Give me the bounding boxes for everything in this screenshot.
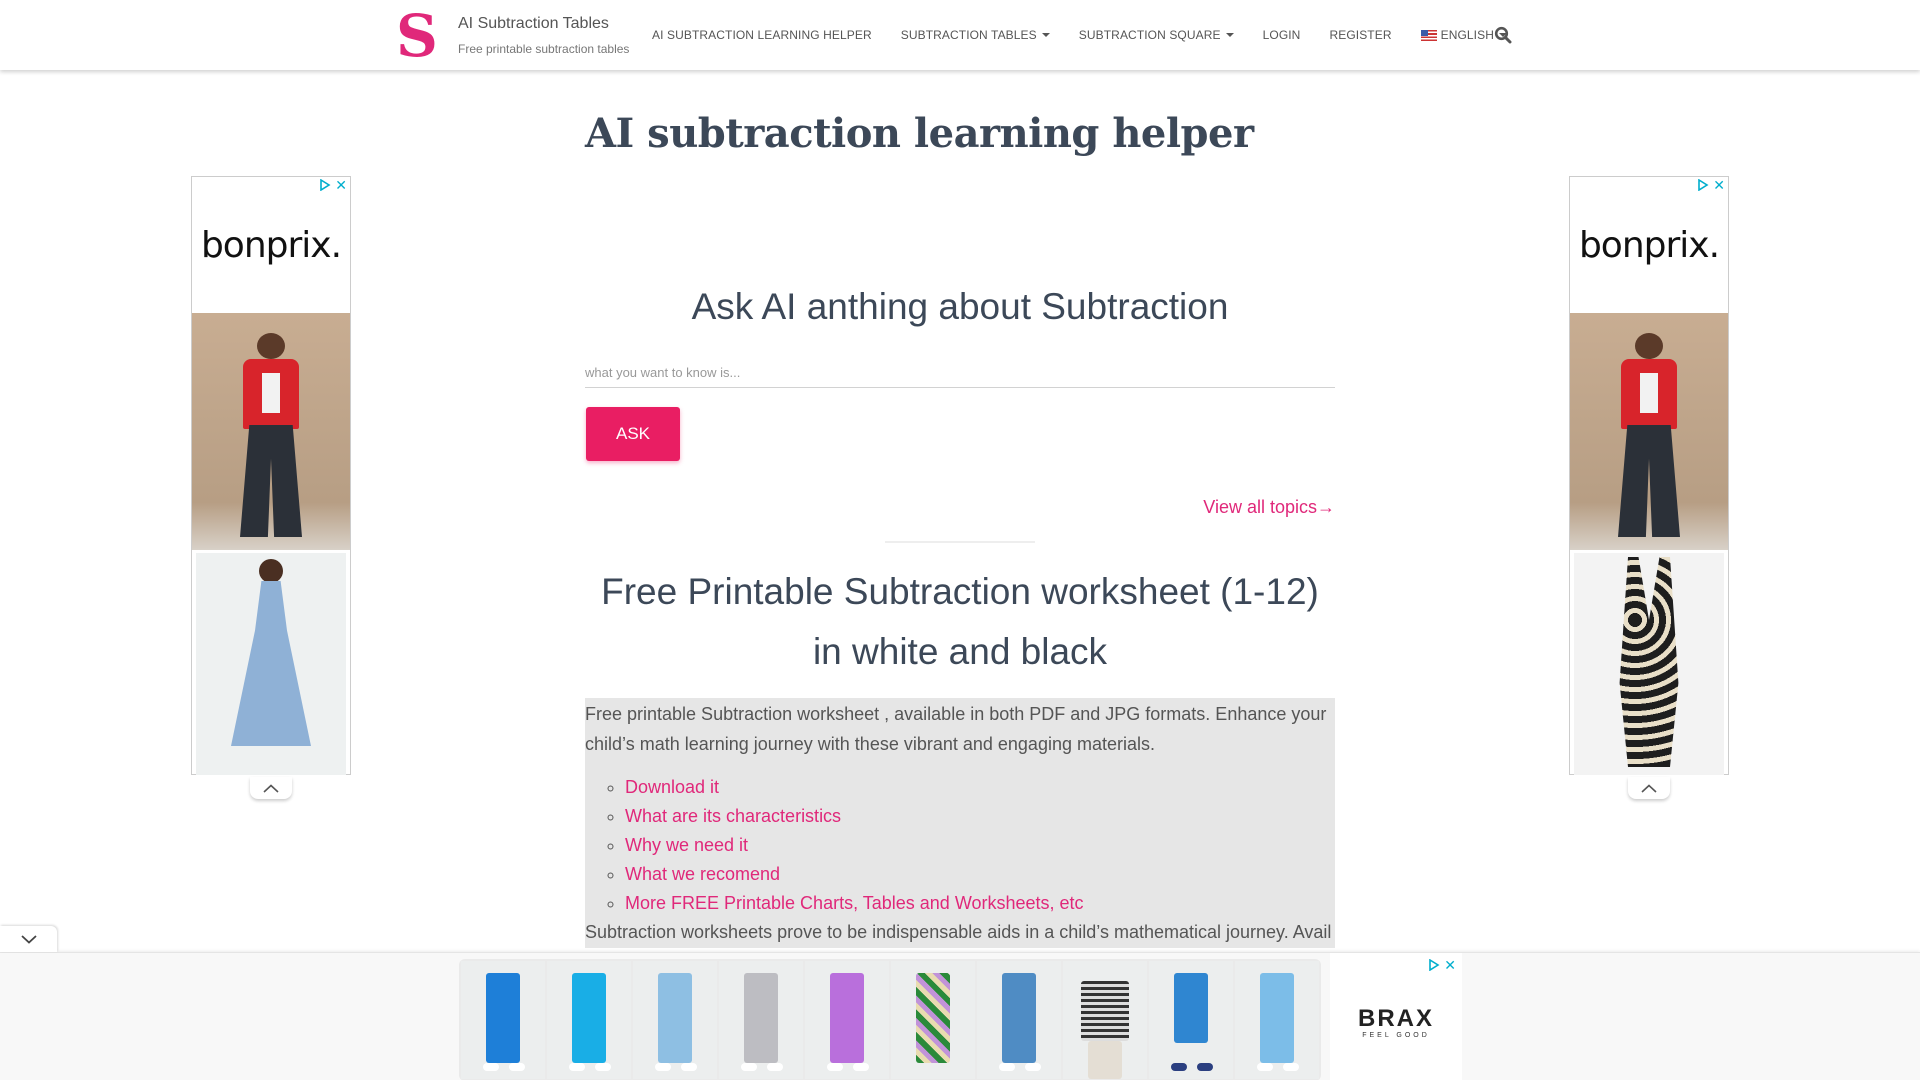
ad-product-image[interactable] [1574, 553, 1724, 775]
top-navbar: S AI Subtraction Tables Free printable s… [0, 0, 1920, 70]
nav-login[interactable]: LOGIN [1263, 28, 1301, 42]
worksheet-content: Free printable Subtraction worksheet , a… [585, 698, 1335, 948]
caret-down-icon [1041, 33, 1050, 37]
nav-subtraction-tables[interactable]: SUBTRACTION TABLES [901, 28, 1050, 42]
ad-product-strip [459, 959, 1321, 1080]
ad-brand-tagline: FEEL GOOD [1362, 1032, 1430, 1039]
toc-item: More FREE Printable Charts, Tables and W… [625, 889, 1335, 918]
section-divider [885, 541, 1035, 543]
site-logo[interactable]: S [396, 7, 438, 65]
worksheet-toc: Download it What are its characteristics… [625, 773, 1335, 918]
nav-subtraction-square[interactable]: SUBTRACTION SQUARE [1079, 28, 1234, 42]
toc-link-why[interactable]: Why we need it [625, 835, 748, 855]
ad-brand-panel[interactable]: ✕ BRAX FEEL GOOD [1330, 953, 1462, 1080]
toc-link-more[interactable]: More FREE Printable Charts, Tables and W… [625, 893, 1084, 913]
worksheet-heading: Free Printable Subtraction worksheet (1-… [601, 571, 1319, 672]
ad-product-tile[interactable] [461, 961, 545, 1079]
adchoices-icon[interactable] [319, 179, 331, 191]
ad-product-tile[interactable] [1149, 961, 1233, 1079]
ad-product-image[interactable] [196, 553, 346, 775]
ad-product-image[interactable] [192, 313, 350, 550]
close-ad-icon[interactable]: ✕ [1713, 178, 1725, 192]
main-nav: AI SUBTRACTION LEARNING HELPER SUBTRACTI… [652, 0, 1536, 70]
toc-item: What are its characteristics [625, 802, 1335, 831]
collapse-bottom-ad-button[interactable] [0, 926, 57, 952]
caret-down-icon [1225, 33, 1234, 37]
close-ad-icon[interactable]: ✕ [1444, 958, 1456, 972]
close-ad-icon[interactable]: ✕ [335, 178, 347, 192]
ad-product-tile[interactable] [547, 961, 631, 1079]
chevron-up-icon [263, 783, 279, 793]
collapse-ad-button[interactable] [250, 777, 292, 799]
ask-heading: Ask AI anthing about Subtraction [691, 286, 1229, 327]
right-side-ad[interactable]: ✕ bonprix. [1569, 176, 1729, 799]
ad-product-image[interactable] [1570, 313, 1728, 550]
toc-link-download[interactable]: Download it [625, 777, 719, 797]
collapse-ad-button[interactable] [1628, 777, 1670, 799]
nav-register[interactable]: REGISTER [1329, 28, 1391, 42]
toc-link-recommend[interactable]: What we recomend [625, 864, 780, 884]
nav-label: ENGLISH [1440, 28, 1494, 42]
ask-button[interactable]: ASK [586, 407, 680, 461]
site-title[interactable]: AI Subtraction Tables [458, 14, 629, 34]
nav-label: REGISTER [1329, 28, 1392, 42]
ad-product-tile[interactable] [1235, 961, 1319, 1079]
nav-label: AI SUBTRACTION LEARNING HELPER [652, 28, 872, 42]
nav-ai-helper[interactable]: AI SUBTRACTION LEARNING HELPER [652, 28, 872, 42]
nav-label: SUBTRACTION TABLES [900, 28, 1037, 42]
toc-item: What we recomend [625, 860, 1335, 889]
nav-label: LOGIN [1262, 28, 1301, 42]
search-icon[interactable] [1494, 26, 1512, 44]
nav-label: SUBTRACTION SQUARE [1078, 28, 1221, 42]
worksheet-paragraph: Subtraction worksheets prove to be indis… [585, 922, 1332, 942]
view-all-topics-link[interactable]: View all topics→ [1203, 497, 1335, 518]
adchoices-icon[interactable] [1428, 959, 1440, 971]
ad-product-tile[interactable] [719, 961, 803, 1079]
toc-item: Why we need it [625, 831, 1335, 860]
worksheet-intro: Free printable Subtraction worksheet , a… [585, 704, 1327, 754]
ad-product-tile[interactable] [977, 961, 1061, 1079]
brand[interactable]: S AI Subtraction Tables Free printable s… [396, 7, 630, 65]
left-side-ad[interactable]: ✕ bonprix. [191, 176, 351, 799]
adchoices-icon[interactable] [1697, 179, 1709, 191]
chevron-up-icon [1641, 783, 1657, 793]
ad-brand-logo: bonprix. [200, 224, 342, 266]
ad-product-tile[interactable] [633, 961, 717, 1079]
page-title: AI subtraction learning helper [585, 110, 1254, 157]
us-flag-icon [1420, 29, 1437, 41]
question-input[interactable] [585, 358, 1335, 388]
chevron-down-icon [20, 934, 37, 944]
site-subtitle: Free printable subtraction tables [458, 42, 630, 56]
ad-product-tile[interactable] [805, 961, 889, 1079]
ad-product-tile[interactable] [891, 961, 975, 1079]
toc-item: Download it [625, 773, 1335, 802]
bottom-banner-ad[interactable]: ✕ BRAX FEEL GOOD [0, 952, 1920, 1080]
ad-brand-logo: bonprix. [1578, 224, 1720, 266]
toc-link-characteristics[interactable]: What are its characteristics [625, 806, 841, 826]
ad-product-tile[interactable] [1063, 961, 1147, 1079]
ad-brand-logo: BRAX [1357, 1005, 1434, 1032]
